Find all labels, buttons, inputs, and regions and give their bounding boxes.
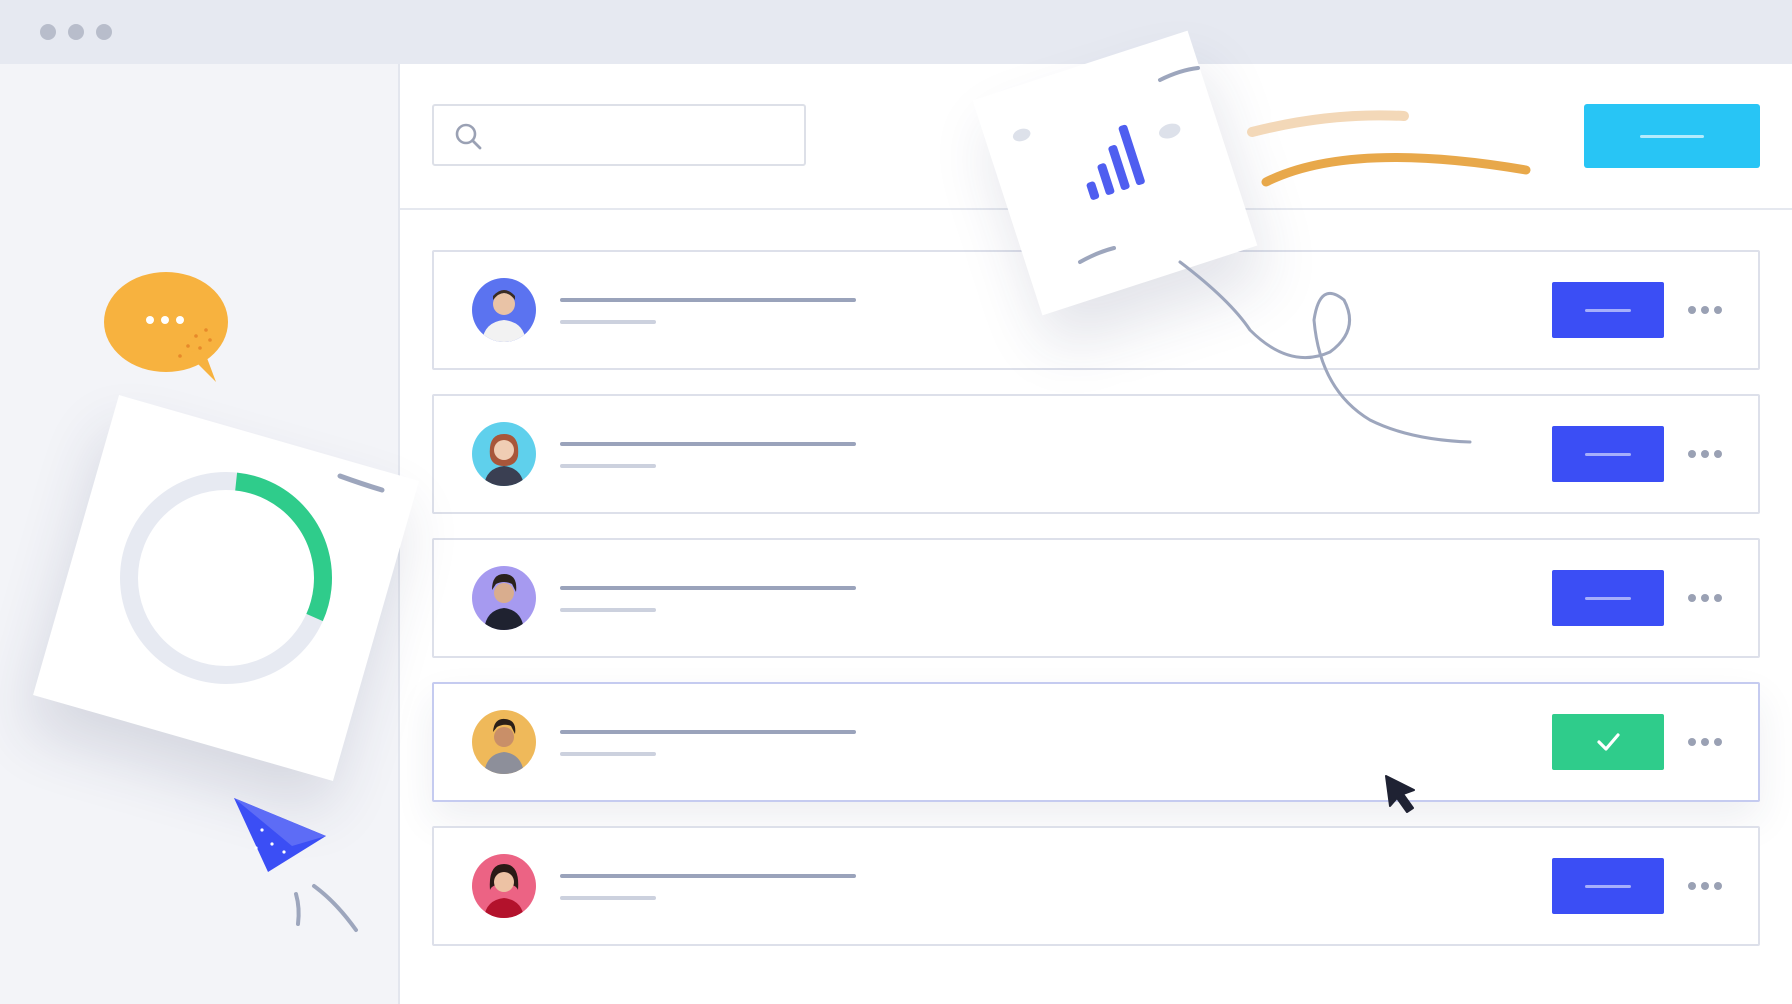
motion-line xyxy=(294,892,301,926)
decor-dot xyxy=(1012,128,1031,142)
curly-line xyxy=(1178,260,1472,444)
progress-ring xyxy=(120,472,332,684)
decor-dash xyxy=(337,473,385,493)
chat-bubble-icon xyxy=(104,272,228,382)
brush-stroke xyxy=(1261,153,1531,187)
decor-dash xyxy=(1158,66,1200,82)
mouse-pointer-icon xyxy=(1385,775,1415,813)
motion-line xyxy=(312,884,358,932)
decor-dash xyxy=(1078,246,1116,264)
decor-dot xyxy=(1159,123,1181,139)
decorative-overlay xyxy=(104,66,1531,932)
brush-stroke xyxy=(1247,110,1409,137)
bar-chart-icon xyxy=(1086,124,1145,200)
paper-plane-icon xyxy=(234,798,326,872)
